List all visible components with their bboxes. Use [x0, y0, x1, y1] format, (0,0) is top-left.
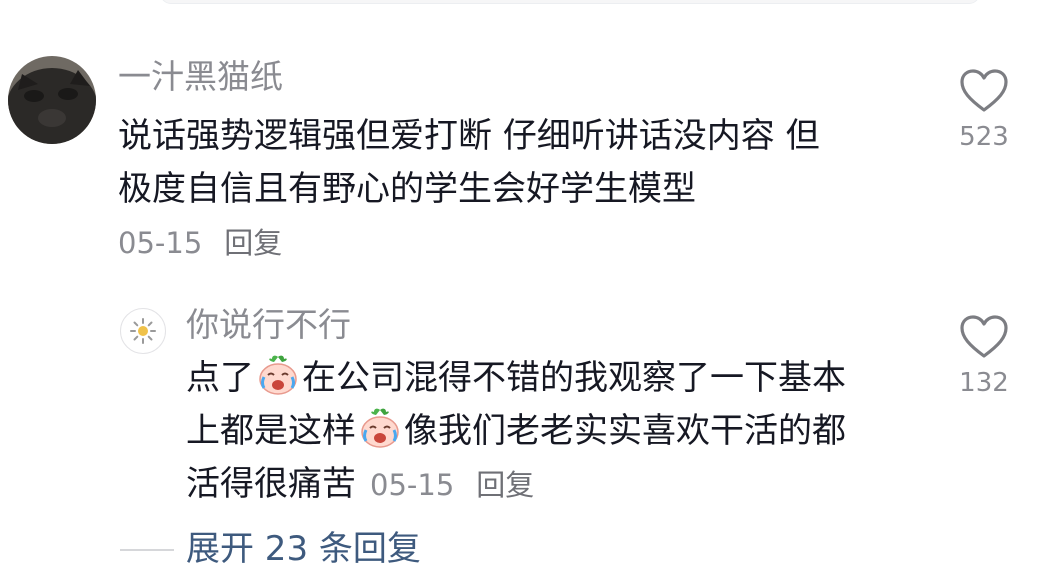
reply-text-segment: 上都是这样: [186, 411, 356, 451]
reply-text-line: 活得很痛苦 05-15 回复: [186, 458, 846, 512]
sun-avatar-icon: [130, 318, 156, 344]
replier-username[interactable]: 你说行不行: [186, 308, 351, 341]
reply-date: 05-15: [370, 468, 455, 502]
crying-laughing-emoji-icon: [256, 355, 300, 395]
comment-text-line: 说话强势逻辑强但爱打断 仔细听讲话没内容 但: [118, 116, 820, 156]
crying-laughing-emoji-icon: [358, 408, 402, 448]
reply-meta: 05-15 回复: [370, 468, 534, 502]
like-count: 132: [959, 368, 1009, 398]
expand-divider: [120, 549, 174, 551]
comment-date: 05-15: [118, 226, 203, 260]
reply-text: 点了 在公司混得不错的我观察了一下基本 上都是这样 像我们老老实实喜欢干活的都 活得…: [186, 352, 846, 512]
reply-button[interactable]: 回复: [476, 468, 534, 502]
reply-button[interactable]: 回复: [224, 226, 282, 260]
comment-text-line: 极度自信且有野心的学生会好学生模型: [118, 169, 696, 209]
reply-text-segment: 活得很痛苦: [186, 464, 356, 504]
heart-outline-icon[interactable]: [959, 68, 1009, 114]
comment-text: 说话强势逻辑强但爱打断 仔细听讲话没内容 但 极度自信且有野心的学生会好学生模型: [118, 110, 820, 216]
comment-like[interactable]: 523: [954, 68, 1014, 150]
commenter-username[interactable]: 一汁黑猫纸: [118, 60, 283, 93]
reply-text-segment: 像我们老老实实喜欢干活的都: [404, 411, 846, 451]
replier-avatar[interactable]: [120, 308, 166, 354]
reply-text-segment: 在公司混得不错的我观察了一下基本: [302, 358, 846, 398]
comment-meta: 05-15 回复: [118, 229, 282, 258]
reply-text-line: 上都是这样 像我们老老实实喜欢干活的都: [186, 405, 846, 458]
heart-outline-icon[interactable]: [959, 314, 1009, 360]
input-bar-edge: [160, 0, 980, 4]
black-cat-avatar-icon: [8, 56, 96, 144]
reply-text-line: 点了 在公司混得不错的我观察了一下基本: [186, 352, 846, 405]
like-count: 523: [959, 122, 1009, 152]
commenter-avatar[interactable]: [8, 56, 96, 144]
reply-text-segment: 点了: [186, 358, 254, 398]
reply-like[interactable]: 132: [954, 314, 1014, 396]
expand-replies-button[interactable]: 展开 23 条回复: [186, 532, 421, 566]
